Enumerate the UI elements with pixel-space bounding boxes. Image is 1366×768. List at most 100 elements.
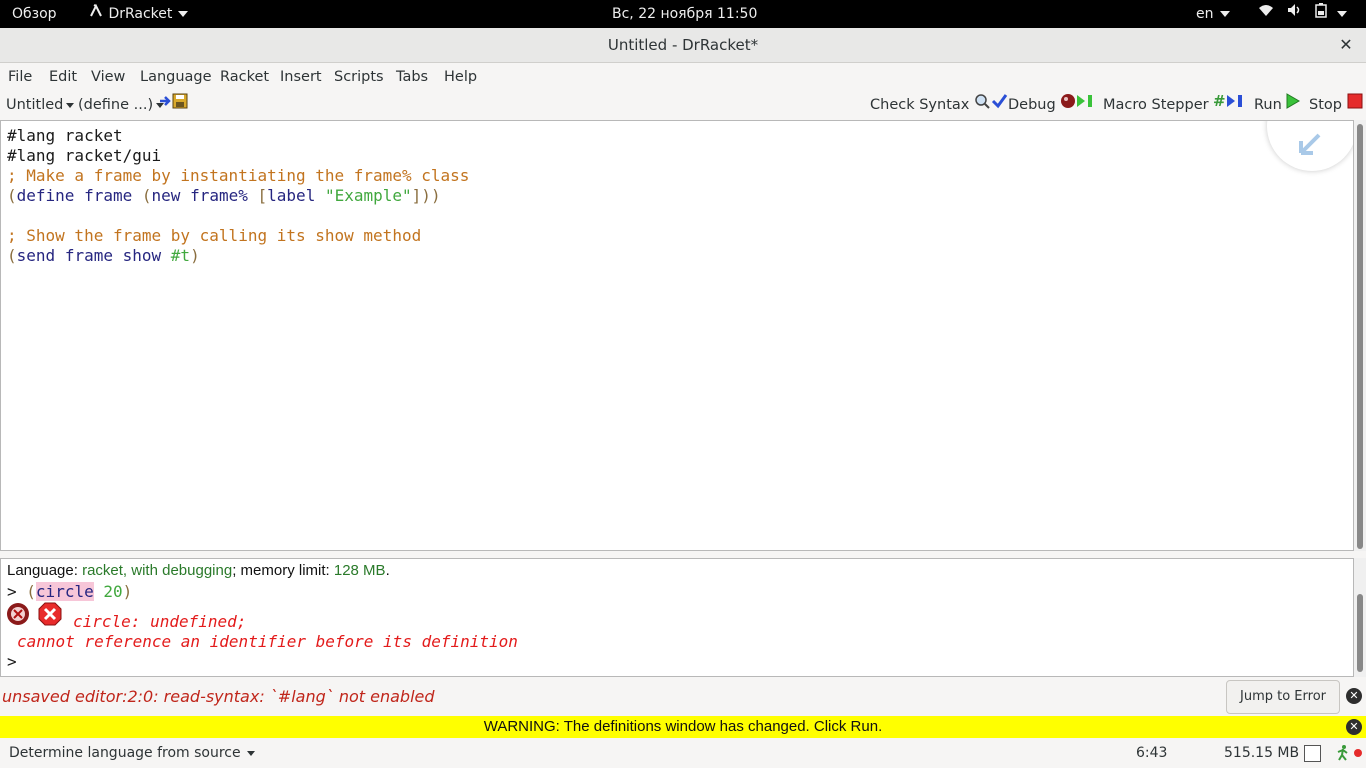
debug-button[interactable]: Debug xyxy=(1008,91,1096,119)
code-line: (define frame (new frame% [label "Exampl… xyxy=(7,186,441,206)
wifi-icon xyxy=(1258,0,1274,28)
run-button[interactable]: Run xyxy=(1254,91,1301,119)
token: ) xyxy=(190,246,200,265)
keyboard-layout-label: en xyxy=(1196,6,1214,22)
language-selector-label: Determine language from source xyxy=(9,745,241,761)
memory-usage[interactable]: 515.15 MB xyxy=(1224,738,1299,768)
keyboard-layout-indicator[interactable]: en xyxy=(1196,0,1230,28)
gc-box-icon xyxy=(1304,745,1321,762)
battery-icon xyxy=(1315,0,1327,28)
menu-racket[interactable]: Racket xyxy=(220,63,269,91)
editor-scrollbar[interactable] xyxy=(1354,120,1366,551)
error-icons xyxy=(6,602,62,630)
code-line: #lang racket/gui xyxy=(7,146,162,165)
status-bar: Determine language from source 6:43 515.… xyxy=(0,738,1366,768)
error-bar: unsaved editor:2:0: read-syntax: `#lang`… xyxy=(0,678,1366,716)
error-bar-message: unsaved editor:2:0: read-syntax: `#lang`… xyxy=(2,687,435,706)
warning-banner: WARNING: The definitions window has chan… xyxy=(0,716,1366,738)
scrollbar-thumb[interactable] xyxy=(1357,124,1363,549)
language-name-link[interactable]: racket, with debugging xyxy=(82,562,232,579)
close-error-bar-icon[interactable]: ✕ xyxy=(1346,688,1362,704)
macro-stepper-button[interactable]: Macro Stepper # xyxy=(1103,91,1249,119)
menu-tabs[interactable]: Tabs xyxy=(396,63,428,91)
token: [ xyxy=(257,186,268,205)
volume-icon xyxy=(1286,0,1302,28)
memory-suffix: . xyxy=(385,562,390,579)
debug-label: Debug xyxy=(1008,97,1056,113)
jump-to-error-button[interactable]: Jump to Error xyxy=(1226,680,1340,714)
activities-button[interactable]: Обзор xyxy=(12,0,57,28)
toolbar: Untitled (define ...) Check Syntax Debug… xyxy=(0,91,1366,119)
app-menu[interactable]: DrRacket xyxy=(88,0,189,28)
token: label xyxy=(267,186,316,205)
stop-button[interactable]: Stop xyxy=(1309,91,1363,119)
run-label: Run xyxy=(1254,97,1282,113)
code-line: (send frame show #t) xyxy=(7,246,200,266)
close-warning-icon[interactable]: ✕ xyxy=(1346,719,1362,735)
language-selector[interactable]: Determine language from source xyxy=(9,738,255,768)
menu-file[interactable]: File xyxy=(8,63,32,91)
system-menu[interactable] xyxy=(1258,0,1348,28)
save-button[interactable] xyxy=(159,91,189,119)
token: send xyxy=(16,246,56,265)
interactions-pane[interactable]: Language: racket, with debugging; memory… xyxy=(0,558,1354,677)
token: ( xyxy=(7,246,17,265)
stack-trace-icon[interactable] xyxy=(38,602,62,630)
magnifier-check-icon xyxy=(974,91,1008,119)
window-titlebar[interactable]: Untitled - DrRacket* ✕ xyxy=(0,28,1366,63)
token: new xyxy=(151,186,181,205)
chevron-down-icon xyxy=(178,11,189,17)
status-dot-icon xyxy=(1354,749,1362,757)
close-window-button[interactable]: ✕ xyxy=(1336,35,1356,55)
svg-text:#: # xyxy=(1213,93,1226,109)
file-name-label: Untitled xyxy=(6,97,64,113)
language-info: Language: racket, with debugging; memory… xyxy=(7,562,390,579)
token: ])) xyxy=(411,186,441,205)
token: "Example" xyxy=(324,186,412,205)
menu-edit[interactable]: Edit xyxy=(49,63,77,91)
menu-view[interactable]: View xyxy=(91,63,125,91)
menu-insert[interactable]: Insert xyxy=(280,63,322,91)
token: frame% xyxy=(190,186,248,205)
chevron-down-icon xyxy=(1219,11,1230,17)
running-person-icon xyxy=(1336,745,1350,765)
token: define xyxy=(16,186,75,205)
stop-label: Stop xyxy=(1309,97,1342,113)
code-comment: ; Make a frame by instantiating the fram… xyxy=(7,166,470,185)
token: frame xyxy=(84,186,133,205)
window-title: Untitled - DrRacket* xyxy=(607,36,759,54)
token: 20 xyxy=(93,582,123,601)
code-line: #lang racket xyxy=(7,126,123,145)
check-syntax-label: Check Syntax xyxy=(870,97,970,113)
token: ( xyxy=(141,186,152,205)
error-message-detail: cannot reference an identifier before it… xyxy=(17,632,518,651)
bug-error-icon[interactable] xyxy=(6,602,30,630)
bug-step-icon xyxy=(1060,91,1096,119)
check-syntax-button[interactable]: Check Syntax xyxy=(870,91,1008,119)
define-menu[interactable]: (define ...) xyxy=(78,91,165,119)
token: ) xyxy=(122,582,133,601)
menu-language[interactable]: Language xyxy=(140,63,212,91)
memory-limit-link[interactable]: 128 MB xyxy=(334,562,386,579)
definitions-editor[interactable]: #lang racket #lang racket/gui ; Make a f… xyxy=(0,120,1354,551)
file-name-menu[interactable]: Untitled xyxy=(6,91,75,119)
token: show xyxy=(122,246,162,265)
repl-input-line: > (circle 20) xyxy=(7,582,132,602)
system-top-bar: Обзор DrRacket Вс, 22 ноября 11:50 en xyxy=(0,0,1366,28)
repl-prompt[interactable]: > xyxy=(7,652,17,672)
app-name: DrRacket xyxy=(108,6,173,22)
clock[interactable]: Вс, 22 ноября 11:50 xyxy=(612,0,757,28)
token: frame xyxy=(64,246,113,265)
menu-scripts[interactable]: Scripts xyxy=(334,63,384,91)
token: ( xyxy=(26,582,36,601)
interactions-scrollbar[interactable] xyxy=(1354,558,1366,677)
menu-help[interactable]: Help xyxy=(444,63,477,91)
play-icon xyxy=(1286,91,1301,119)
scrollbar-thumb[interactable] xyxy=(1357,594,1363,672)
hash-step-icon: # xyxy=(1213,91,1249,119)
